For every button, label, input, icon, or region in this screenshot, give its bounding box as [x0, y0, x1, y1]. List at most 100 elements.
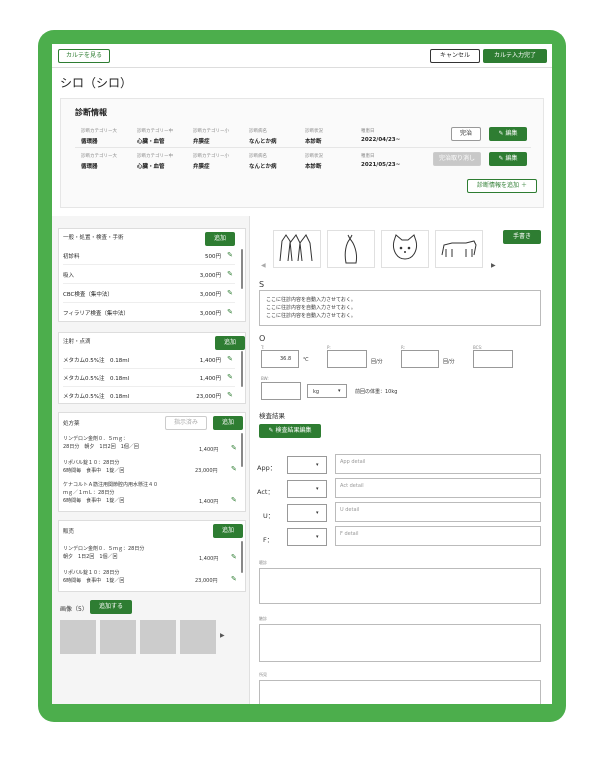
weight-unit-value: kg	[313, 389, 320, 395]
body-diagram-cat-side[interactable]	[435, 230, 483, 268]
app-select[interactable]: ▾	[287, 456, 327, 474]
f-detail-input[interactable]: F detail	[335, 526, 541, 546]
app-label: App：	[257, 464, 277, 472]
bcs-input[interactable]	[473, 350, 513, 368]
item-name: 吸入	[63, 273, 75, 279]
p-unit: 回/分	[371, 359, 383, 365]
handwriting-button[interactable]: 手書き	[503, 230, 541, 244]
body-diagram-cat-face[interactable]	[381, 230, 429, 268]
scrollbar[interactable]	[241, 249, 243, 289]
u-detail-input[interactable]: U detail	[335, 502, 541, 522]
act-label: Act：	[257, 488, 274, 496]
list-item[interactable]: メタカム0.5%注 0.18ml 23,000円 ✎	[63, 387, 235, 405]
pencil-icon[interactable]: ✎	[227, 270, 233, 278]
pencil-icon[interactable]: ✎	[231, 444, 237, 452]
body-diagram-cat-back[interactable]	[327, 230, 375, 268]
pencil-icon[interactable]: ✎	[231, 553, 237, 561]
view-karte-button[interactable]: カルテを見る	[58, 49, 110, 63]
scrollbar[interactable]	[241, 433, 243, 467]
add-image-button[interactable]: 追加する	[90, 600, 132, 614]
image-thumbnail[interactable]	[180, 620, 216, 654]
image-thumbnail[interactable]	[60, 620, 96, 654]
act-detail-input[interactable]: Act detail	[335, 478, 541, 498]
pencil-icon[interactable]: ✎	[227, 373, 233, 381]
u-label: U：	[263, 512, 275, 520]
col-label: 罹患日	[361, 154, 375, 159]
list-item[interactable]: メタカム0.5%注 0.18ml 1,400円 ✎	[63, 351, 235, 369]
f-select[interactable]: ▾	[287, 528, 327, 546]
pencil-icon[interactable]: ✎	[231, 465, 237, 473]
list-item[interactable]: フィラリア検査（集中法） 3,000円 ✎	[63, 304, 235, 322]
undo-cured-button[interactable]: 完治取り消し	[433, 152, 481, 166]
issued-button[interactable]: 指示済み	[165, 416, 207, 430]
add-prescription-button[interactable]: 追加	[213, 416, 243, 430]
diag-value: 2022/04/23~	[361, 137, 401, 143]
act-select[interactable]: ▾	[287, 480, 327, 498]
add-diagnosis-button[interactable]: 診断情報を追加 ＋	[467, 179, 537, 193]
item-price: 3,000円	[199, 311, 221, 317]
s-line: ここに往診内容を自動入力させておく。	[266, 313, 356, 319]
scrollbar[interactable]	[241, 541, 243, 573]
scrollbar[interactable]	[241, 351, 243, 387]
left-panel: 一般・処置・検査・手術 追加 初診料 500円 ✎ 吸入 3,000円 ✎ CBC検査（…	[52, 216, 250, 704]
pulse-input[interactable]	[327, 350, 367, 368]
respiration-input[interactable]	[401, 350, 439, 368]
caret-down-icon: ▾	[316, 462, 319, 468]
cured-button[interactable]: 完治	[451, 127, 481, 141]
body-diagram-dog-front[interactable]	[273, 230, 321, 268]
palpation-textarea[interactable]	[259, 624, 541, 662]
card-title: 処方薬	[63, 421, 80, 427]
edit-exam-button[interactable]: ✎ 検査結果編集	[259, 424, 321, 438]
auscultation-label: 聴診	[259, 560, 267, 565]
edit-diagnosis-button[interactable]: ✎ 編集	[489, 127, 527, 141]
card-title: 注射・点滴	[63, 339, 91, 345]
complete-karte-button[interactable]: カルテ入力完了	[483, 49, 547, 63]
cancel-button[interactable]: キャンセル	[430, 49, 480, 63]
weight-unit-select[interactable]: kg ▾	[307, 384, 347, 398]
next-arrow-icon[interactable]: ▶	[491, 262, 496, 269]
add-sale-button[interactable]: 追加	[213, 524, 243, 538]
diag-value: 弁膜症	[193, 139, 210, 145]
cat-back-icon	[344, 234, 357, 264]
auscultation-textarea[interactable]	[259, 568, 541, 604]
caret-down-icon: ▾	[316, 534, 319, 540]
app-detail-input[interactable]: App detail	[335, 454, 541, 474]
diagnosis-panel: 診断情報 診断カテゴリー大 診断カテゴリー中 診断カテゴリー小 診断病名 診断状…	[60, 98, 544, 208]
image-thumbnail[interactable]	[140, 620, 176, 654]
col-label: 診断病名	[249, 129, 267, 134]
prev-arrow-icon[interactable]: ◀	[261, 262, 266, 269]
placeholder: App detail	[340, 459, 366, 465]
pencil-icon[interactable]: ✎	[227, 355, 233, 363]
list-item[interactable]: CBC検査（集中法） 3,000円 ✎	[63, 285, 235, 303]
s-textarea[interactable]: ここに往診内容を自動入力させておく。 ここに往診内容を自動入力させておく。 ここ…	[259, 290, 541, 326]
pencil-icon: ✎	[498, 130, 504, 137]
findings-textarea[interactable]	[259, 680, 541, 704]
item-price: 1,400円	[199, 499, 219, 505]
cat-side-icon	[441, 240, 477, 257]
pencil-icon[interactable]: ✎	[227, 308, 233, 316]
body-weight-input[interactable]	[261, 382, 301, 400]
list-item[interactable]: 初診料 500円 ✎	[63, 247, 235, 265]
add-injection-button[interactable]: 追加	[215, 336, 245, 350]
pencil-icon[interactable]: ✎	[227, 391, 233, 399]
u-select[interactable]: ▾	[287, 504, 327, 522]
edit-diagnosis-button[interactable]: ✎ 編集	[489, 152, 527, 166]
diag-value: 循環器	[81, 164, 98, 170]
item-name: メタカム0.5%注 0.18ml	[63, 394, 130, 400]
col-label: 診断状況	[305, 154, 323, 159]
pencil-icon[interactable]: ✎	[227, 251, 233, 259]
diag-value: なんとか病	[249, 164, 277, 170]
image-thumbnail[interactable]	[100, 620, 136, 654]
list-item[interactable]: 吸入 3,000円 ✎	[63, 266, 235, 284]
next-arrow-icon[interactable]: ▶	[220, 632, 225, 639]
temperature-input[interactable]: 36.8	[261, 350, 299, 368]
pencil-icon[interactable]: ✎	[231, 575, 237, 583]
pencil-icon[interactable]: ✎	[231, 496, 237, 504]
findings-label: 所見	[259, 672, 267, 677]
col-label: 診断カテゴリー小	[193, 154, 229, 159]
sale-line: リポバル錠１０：28日分	[63, 570, 120, 576]
rx-line: リポバル錠１０：28日分	[63, 460, 120, 466]
pencil-icon[interactable]: ✎	[227, 289, 233, 297]
list-item[interactable]: メタカム0.5%注 0.18ml 1,400円 ✎	[63, 369, 235, 387]
add-procedure-button[interactable]: 追加	[205, 232, 235, 246]
